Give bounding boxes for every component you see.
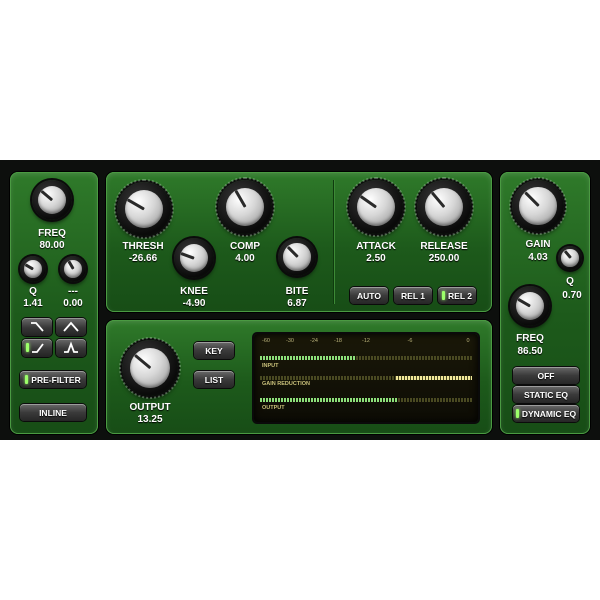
peak-shape-button[interactable] xyxy=(56,318,86,336)
list-button[interactable]: LIST xyxy=(194,371,234,388)
band-shape-icon xyxy=(64,341,78,353)
meter-scale-tick: -24 xyxy=(310,338,318,344)
attack-value: 2.50 xyxy=(366,253,386,264)
comp-knob[interactable] xyxy=(215,177,275,237)
band-up-shape-icon xyxy=(63,321,79,332)
attack-knob[interactable] xyxy=(346,177,406,237)
rel2-button[interactable]: REL 2 xyxy=(438,287,476,304)
left-slope-knob[interactable] xyxy=(60,256,86,282)
meter-scale-tick: -12 xyxy=(362,338,370,344)
output-meter-label: OUTPUT xyxy=(262,405,285,411)
dynamic-eq-led xyxy=(515,409,519,418)
output-knob[interactable] xyxy=(119,337,181,399)
static-eq-button[interactable]: STATIC EQ xyxy=(513,386,579,403)
right-q-knob[interactable] xyxy=(558,246,582,270)
rel1-button[interactable]: REL 1 xyxy=(394,287,432,304)
low-shelf-button[interactable] xyxy=(22,339,52,357)
input-meter-label: INPUT xyxy=(262,363,279,369)
right-freq-label: FREQ xyxy=(516,333,544,344)
level-meter: -60 -30 -24 -18 -12 -6 0 INPUT GAIN REDUCTION … xyxy=(254,334,478,422)
auto-release-button[interactable]: AUTO xyxy=(350,287,388,304)
gain-reduction-bar xyxy=(260,376,472,380)
key-label: KEY xyxy=(205,345,223,356)
pre-filter-button[interactable]: PRE-FILTER xyxy=(20,371,86,388)
left-q-label: Q xyxy=(29,286,37,297)
comp-value: 4.00 xyxy=(235,253,255,264)
inline-button[interactable]: INLINE xyxy=(20,404,86,421)
thresh-value: -26.66 xyxy=(128,253,158,264)
right-gain-label: GAIN xyxy=(525,239,551,250)
key-button[interactable]: KEY xyxy=(194,342,234,359)
low-shelf-led xyxy=(26,343,29,352)
thresh-label: THRESH xyxy=(122,241,164,252)
thresh-knob[interactable] xyxy=(114,179,174,239)
output-label: OUTPUT xyxy=(129,402,171,413)
right-q-value: 0.70 xyxy=(562,290,582,301)
right-gain-value: 4.03 xyxy=(528,252,548,263)
right-freq-knob[interactable] xyxy=(510,286,550,326)
right-freq-value: 86.50 xyxy=(517,346,543,357)
bite-label: BITE xyxy=(285,286,309,297)
left-q-value: 1.41 xyxy=(23,298,43,309)
release-value: 250.00 xyxy=(428,253,460,264)
bite-knob[interactable] xyxy=(278,238,316,276)
eq-off-button[interactable]: OFF xyxy=(513,367,579,384)
meter-scale-tick: -6 xyxy=(407,338,413,344)
knee-knob[interactable] xyxy=(174,238,214,278)
meter-scale-tick: -18 xyxy=(334,338,342,344)
compressor-divider xyxy=(333,180,334,304)
rel2-label: REL 2 xyxy=(448,290,472,301)
left-freq-value: 80.00 xyxy=(39,240,65,251)
gain-reduction-label: GAIN REDUCTION xyxy=(262,381,310,387)
meter-scale-tick: 0 xyxy=(466,338,470,344)
knee-value: -4.90 xyxy=(182,298,206,309)
right-q-label: Q xyxy=(566,276,574,287)
comp-label: COMP xyxy=(230,241,260,252)
input-meter-fill xyxy=(260,356,356,360)
meter-scale-tick: -60 xyxy=(262,338,270,344)
pre-filter-led xyxy=(25,375,29,384)
left-freq-knob[interactable] xyxy=(32,180,72,220)
right-gain-knob[interactable] xyxy=(509,177,567,235)
eq-off-label: OFF xyxy=(537,370,555,381)
gain-reduction-fill xyxy=(395,376,472,380)
static-eq-label: STATIC EQ xyxy=(523,389,569,400)
left-slope-value: 0.00 xyxy=(63,298,83,309)
high-pass-shape-icon xyxy=(31,322,44,332)
dynamic-eq-button[interactable]: DYNAMIC EQ xyxy=(513,405,579,422)
rel1-label: REL 1 xyxy=(401,290,425,301)
high-pass-button[interactable] xyxy=(22,318,52,336)
release-label: RELEASE xyxy=(420,241,468,252)
inline-label: INLINE xyxy=(39,407,67,418)
left-freq-label: FREQ xyxy=(38,228,66,239)
auto-release-label: AUTO xyxy=(357,290,381,301)
output-meter-bar xyxy=(260,398,472,402)
attack-label: ATTACK xyxy=(356,241,396,252)
dynamic-eq-label: DYNAMIC EQ xyxy=(521,408,577,419)
input-meter-bar xyxy=(260,356,472,360)
left-slope-label: --- xyxy=(68,286,78,297)
list-label: LIST xyxy=(204,374,224,385)
bite-value: 6.87 xyxy=(287,298,307,309)
output-value: 13.25 xyxy=(137,414,163,425)
knee-label: KNEE xyxy=(180,286,208,297)
pre-filter-label: PRE-FILTER xyxy=(31,374,81,385)
release-knob[interactable] xyxy=(414,177,474,237)
output-meter-fill xyxy=(260,398,398,402)
left-q-knob[interactable] xyxy=(20,256,46,282)
meter-scale-tick: -30 xyxy=(286,338,294,344)
rel2-led xyxy=(442,291,446,300)
band-button[interactable] xyxy=(56,339,86,357)
